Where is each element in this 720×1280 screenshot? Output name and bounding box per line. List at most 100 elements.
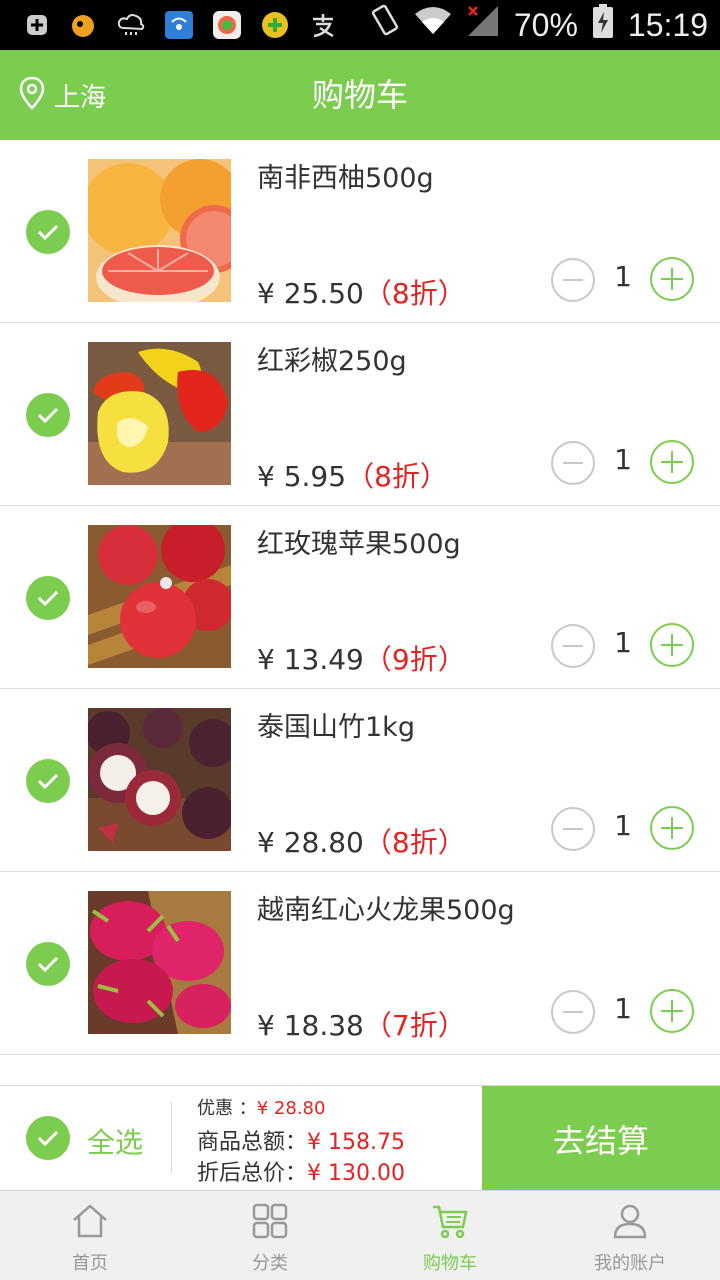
item-discount: （8折） bbox=[363, 277, 466, 310]
item-price-row: ¥ 13.49（9折） bbox=[257, 638, 466, 678]
tab-category[interactable]: 分类 bbox=[180, 1191, 360, 1280]
item-checkbox[interactable] bbox=[26, 393, 70, 437]
item-price-row: ¥ 18.38（7折） bbox=[257, 1004, 466, 1044]
app-icon bbox=[260, 9, 290, 41]
decrease-quantity-button[interactable] bbox=[551, 807, 595, 851]
item-price-row: ¥ 5.95（8折） bbox=[257, 455, 448, 495]
increase-quantity-button[interactable] bbox=[650, 440, 694, 484]
item-checkbox[interactable] bbox=[26, 942, 70, 986]
total-label: 商品总额： bbox=[197, 1130, 308, 1155]
item-price: ¥ 5.95 bbox=[257, 460, 347, 493]
status-bar: 70% 15:19 bbox=[0, 0, 720, 50]
select-all-label[interactable]: 全选 bbox=[87, 1121, 143, 1161]
product-image-grapefruit[interactable] bbox=[88, 159, 231, 302]
category-icon bbox=[250, 1201, 290, 1241]
item-price: ¥ 28.80 bbox=[257, 826, 364, 859]
user-icon bbox=[610, 1201, 650, 1241]
item-price: ¥ 25.50 bbox=[257, 277, 364, 310]
tab-home[interactable]: 首页 bbox=[0, 1191, 180, 1280]
item-discount: （8折） bbox=[363, 826, 466, 859]
tab-label: 我的账户 bbox=[594, 1253, 666, 1274]
cart-summary-bar: 全选 优惠 ：¥ 28.80 商品总额：¥ 158.75 折后总价：¥ 130.… bbox=[0, 1085, 720, 1191]
cart-item: 南非西柚500g ¥ 25.50（8折） 1 bbox=[0, 140, 720, 323]
decrease-quantity-button[interactable] bbox=[551, 624, 595, 668]
check-icon bbox=[37, 407, 59, 424]
cart-item: 泰国山竹1kg ¥ 28.80（8折） 1 bbox=[0, 689, 720, 872]
after-discount-value: ¥ 130.00 bbox=[307, 1161, 405, 1186]
signal-icon bbox=[466, 4, 500, 46]
item-name: 泰国山竹1kg bbox=[257, 712, 415, 743]
total-value: ¥ 158.75 bbox=[307, 1130, 405, 1155]
check-icon bbox=[37, 773, 59, 790]
cart-icon bbox=[430, 1201, 470, 1241]
product-image-apple[interactable] bbox=[88, 525, 231, 668]
item-discount: （9折） bbox=[363, 643, 466, 676]
alipay-icon bbox=[308, 9, 338, 41]
cart-item: 红彩椒250g ¥ 5.95（8折） 1 bbox=[0, 323, 720, 506]
tab-account[interactable]: 我的账户 bbox=[540, 1191, 720, 1280]
battery-icon bbox=[592, 3, 614, 47]
wifi-app-icon bbox=[164, 9, 194, 41]
item-name: 红玫瑰苹果500g bbox=[257, 529, 461, 560]
after-discount-label: 折后总价： bbox=[197, 1161, 308, 1186]
quantity-value: 1 bbox=[614, 626, 632, 659]
product-image-mangosteen[interactable] bbox=[88, 708, 231, 851]
increase-quantity-button[interactable] bbox=[650, 623, 694, 667]
decrease-quantity-button[interactable] bbox=[551, 258, 595, 302]
quantity-value: 1 bbox=[614, 443, 632, 476]
increase-quantity-button[interactable] bbox=[650, 806, 694, 850]
item-discount: （7折） bbox=[363, 1009, 466, 1042]
app-header: 上海 购物车 bbox=[0, 50, 720, 140]
select-all-checkbox[interactable] bbox=[26, 1116, 70, 1160]
divider bbox=[171, 1102, 172, 1174]
tab-label: 购物车 bbox=[423, 1253, 477, 1274]
cloud-icon bbox=[116, 9, 146, 41]
check-icon bbox=[37, 590, 59, 607]
after-discount-line: 折后总价：¥ 130.00 bbox=[197, 1155, 405, 1187]
increase-quantity-button[interactable] bbox=[650, 989, 694, 1033]
increase-quantity-button[interactable] bbox=[650, 257, 694, 301]
tab-label: 分类 bbox=[252, 1253, 288, 1274]
item-price: ¥ 18.38 bbox=[257, 1009, 364, 1042]
rotate-icon bbox=[370, 4, 400, 46]
item-checkbox[interactable] bbox=[26, 576, 70, 620]
clock: 15:19 bbox=[627, 6, 708, 43]
add-icon bbox=[22, 9, 52, 41]
item-name: 越南红心火龙果500g bbox=[257, 895, 515, 926]
check-icon bbox=[37, 956, 59, 973]
check-icon bbox=[37, 224, 59, 241]
page-title: 购物车 bbox=[311, 76, 408, 114]
discount-value: ¥ 28.80 bbox=[256, 1098, 326, 1119]
item-name: 红彩椒250g bbox=[257, 346, 407, 377]
home-icon bbox=[70, 1201, 110, 1241]
item-discount: （8折） bbox=[346, 460, 448, 493]
quantity-value: 1 bbox=[614, 260, 632, 293]
tab-label: 首页 bbox=[72, 1253, 108, 1274]
bottom-tab-bar: 首页 分类 购物车 我的账户 bbox=[0, 1190, 720, 1280]
wifi-icon bbox=[414, 6, 452, 44]
item-price-row: ¥ 28.80（8折） bbox=[257, 821, 466, 861]
discount-label: 优惠 ： bbox=[197, 1098, 257, 1119]
decrease-quantity-button[interactable] bbox=[551, 990, 595, 1034]
cart-item: 越南红心火龙果500g ¥ 18.38（7折） 1 bbox=[0, 872, 720, 1055]
quantity-value: 1 bbox=[614, 992, 632, 1025]
item-price: ¥ 13.49 bbox=[257, 643, 364, 676]
product-image-dragon-fruit[interactable] bbox=[88, 891, 231, 1034]
item-checkbox[interactable] bbox=[26, 210, 70, 254]
battery-percent: 70% bbox=[513, 6, 578, 43]
discount-line: 优惠 ：¥ 28.80 bbox=[197, 1094, 325, 1120]
quantity-value: 1 bbox=[614, 809, 632, 842]
item-checkbox[interactable] bbox=[26, 759, 70, 803]
item-name: 南非西柚500g bbox=[257, 163, 434, 194]
tab-cart[interactable]: 购物车 bbox=[360, 1191, 540, 1280]
checkout-button[interactable]: 去结算 bbox=[482, 1086, 720, 1191]
cart-list: 南非西柚500g ¥ 25.50（8折） 1 红彩椒250g ¥ 5.95（8折… bbox=[0, 140, 720, 1055]
product-image-bell-pepper[interactable] bbox=[88, 342, 231, 485]
app-icon bbox=[212, 9, 242, 41]
uc-browser-icon bbox=[68, 9, 98, 41]
item-price-row: ¥ 25.50（8折） bbox=[257, 272, 466, 312]
total-line: 商品总额：¥ 158.75 bbox=[197, 1124, 405, 1156]
cart-item: 红玫瑰苹果500g ¥ 13.49（9折） 1 bbox=[0, 506, 720, 689]
decrease-quantity-button[interactable] bbox=[551, 441, 595, 485]
check-icon bbox=[37, 1130, 59, 1147]
